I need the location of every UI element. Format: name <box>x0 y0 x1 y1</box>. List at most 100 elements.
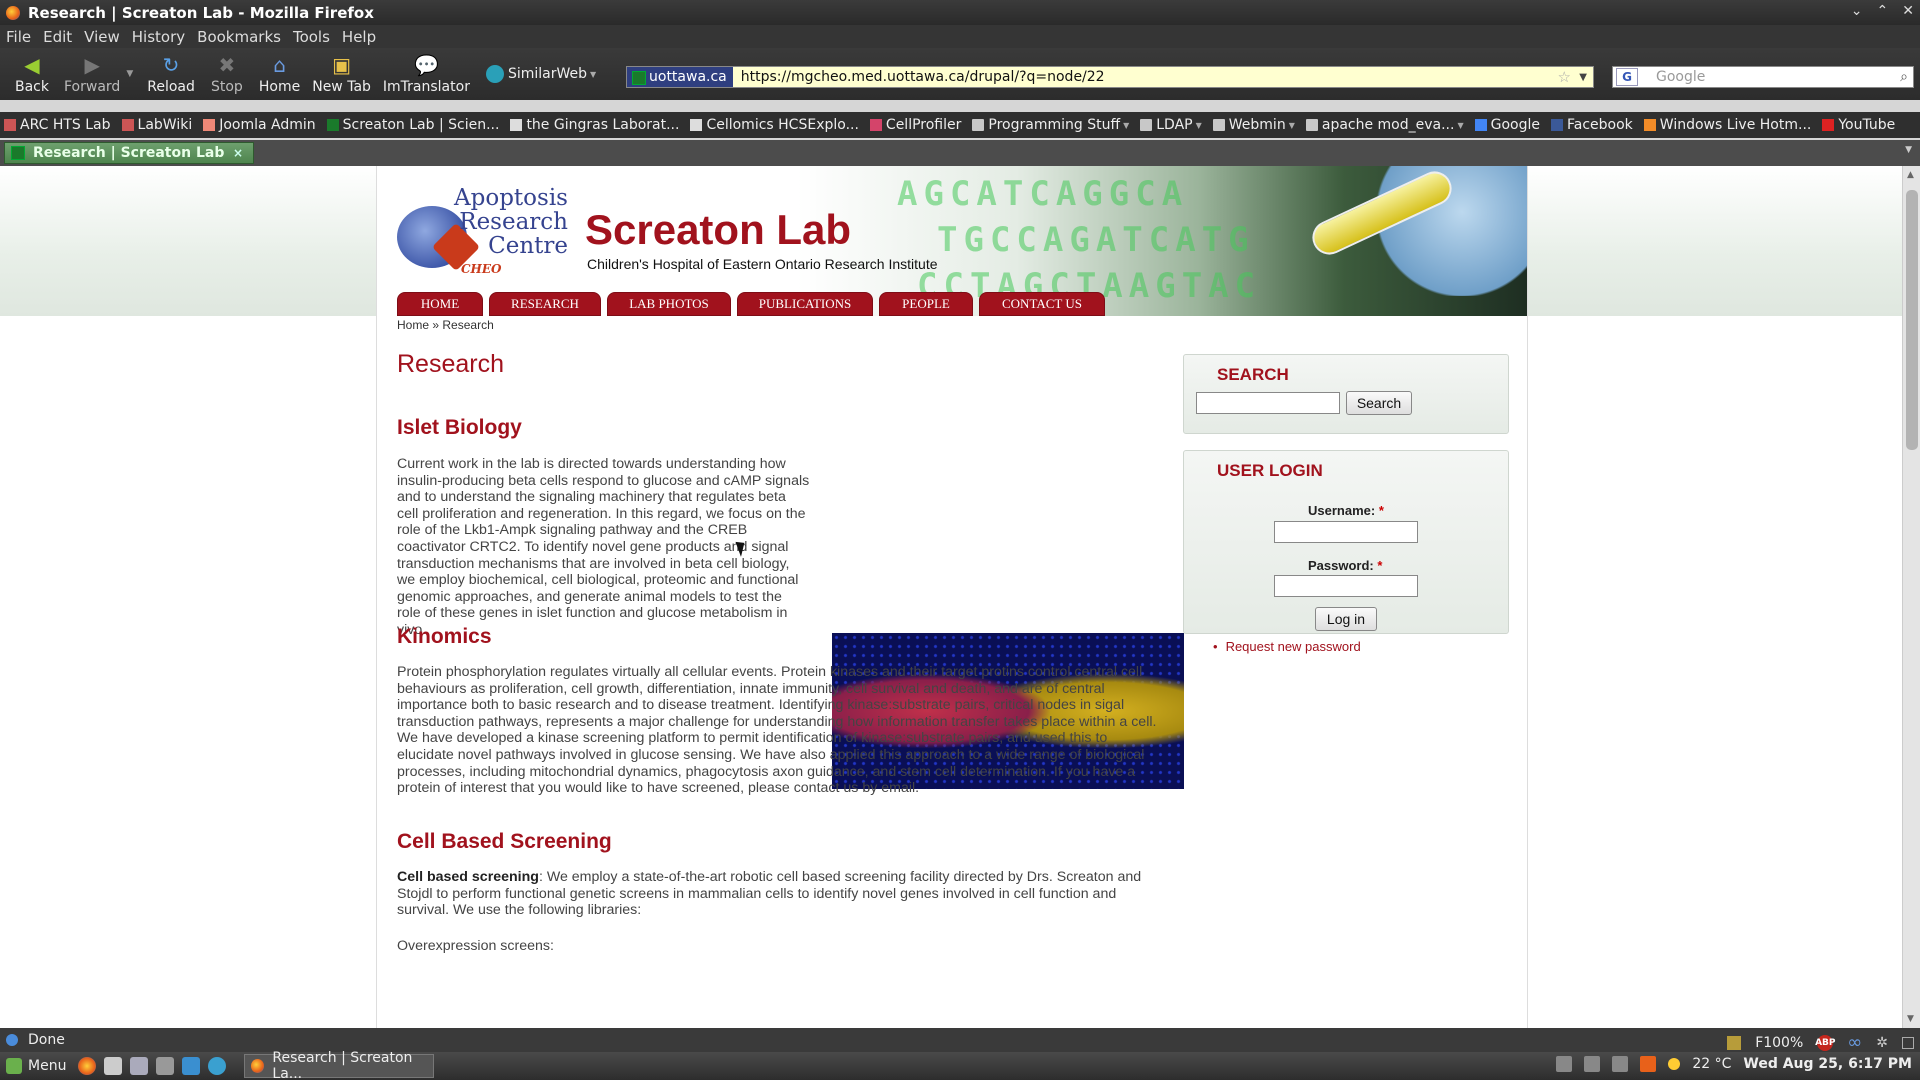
resize-grip-icon[interactable] <box>1902 1036 1914 1049</box>
bookmark-item[interactable]: Google <box>1471 117 1547 133</box>
bookmark-star-icon[interactable]: ☆ <box>1558 68 1571 86</box>
window-controls: ⌄ ⌃ ✕ <box>1851 3 1914 19</box>
zoom-level[interactable]: F100% <box>1755 1035 1803 1051</box>
imtranslator-button[interactable]: 💬 ImTranslator <box>377 54 476 95</box>
menu-edit[interactable]: Edit <box>37 28 78 46</box>
infinity-icon[interactable]: ∞ <box>1847 1032 1862 1053</box>
back-button[interactable]: ◀ Back <box>6 54 58 95</box>
notes-icon[interactable] <box>130 1057 149 1075</box>
bookmark-item[interactable]: Joomla Admin <box>199 117 322 133</box>
firefox-icon <box>251 1059 265 1073</box>
similarweb-icon <box>485 65 504 83</box>
terminal-icon[interactable] <box>156 1057 175 1075</box>
scrollbar-thumb[interactable] <box>1906 190 1918 450</box>
menu-history[interactable]: History <box>126 28 191 46</box>
bookmark-folder[interactable]: LDAP ▼ <box>1136 117 1209 133</box>
nav-contact-us[interactable]: CONTACT US <box>979 292 1105 316</box>
window-title: Research | Screaton Lab - Mozilla Firefo… <box>28 3 374 22</box>
maximize-icon[interactable]: ⌃ <box>1877 3 1889 19</box>
menu-tools[interactable]: Tools <box>287 28 336 46</box>
bookmark-folder[interactable]: Programming Stuff ▼ <box>968 117 1136 133</box>
nav-lab-photos[interactable]: LAB PHOTOS <box>607 292 731 316</box>
lock-icon[interactable] <box>1727 1035 1742 1050</box>
folder-icon <box>972 119 985 131</box>
tab-research[interactable]: Research | Screaton Lab × <box>4 142 254 164</box>
cbs-paragraph: Cell based screening: We employ a state-… <box>397 869 1177 919</box>
forward-button[interactable]: ▶ Forward <box>58 54 126 95</box>
site-identity-badge[interactable]: uottawa.ca <box>627 67 733 87</box>
start-menu-button[interactable]: Menu <box>0 1058 74 1074</box>
menu-view[interactable]: View <box>78 28 126 46</box>
clock[interactable]: Wed Aug 25, 6:17 PM <box>1743 1056 1912 1072</box>
nav-home[interactable]: HOME <box>397 292 483 316</box>
tab-list-icon[interactable]: ▼ <box>1905 145 1912 155</box>
google-engine-icon[interactable]: G <box>1616 68 1638 86</box>
bookmark-item[interactable]: Facebook <box>1547 117 1640 133</box>
text-editor-icon[interactable] <box>104 1057 123 1075</box>
menu-help[interactable]: Help <box>336 28 382 46</box>
request-password-link[interactable]: Request new password <box>1226 639 1361 654</box>
username-input[interactable] <box>1274 521 1418 543</box>
search-icon[interactable]: ⌕ <box>1900 69 1908 85</box>
menu-bookmarks[interactable]: Bookmarks <box>191 28 287 46</box>
nav-research[interactable]: RESEARCH <box>489 292 601 316</box>
chevron-down-icon: ▼ <box>1288 120 1295 130</box>
firefox-tray-icon[interactable] <box>1640 1056 1657 1072</box>
similarweb-button[interactable]: SimilarWeb ▼ <box>485 65 596 83</box>
site-search-button[interactable]: Search <box>1346 391 1412 415</box>
bookmark-item[interactable]: CellProfiler <box>866 117 968 133</box>
vertical-scrollbar[interactable]: ▲ ▼ <box>1902 166 1920 1028</box>
bookmark-folder[interactable]: Webmin ▼ <box>1209 117 1302 133</box>
text-line: Protein phosphorylation regulates virtua… <box>397 664 1143 680</box>
minimize-icon[interactable]: ⌄ <box>1851 3 1863 19</box>
bookmark-item[interactable]: LabWiki <box>118 117 200 133</box>
taskbar-window-firefox[interactable]: Research | Screaton La... <box>244 1050 435 1080</box>
new-tab-button[interactable]: ▣ New Tab <box>306 54 377 95</box>
media-player-icon[interactable] <box>208 1057 227 1075</box>
lightning-icon[interactable] <box>182 1057 201 1075</box>
adblock-icon[interactable]: ABP <box>1815 1034 1835 1051</box>
firefox-launcher-icon[interactable] <box>78 1057 97 1075</box>
url-bar[interactable]: uottawa.ca https://mgcheo.med.uottawa.ca… <box>626 66 1594 88</box>
breadcrumb-home[interactable]: Home <box>397 318 429 332</box>
text-line: insulin-producing beta cells respond to … <box>397 472 810 489</box>
reload-button[interactable]: ↻ Reload <box>141 54 201 95</box>
weather-temp[interactable]: 22 °C <box>1692 1056 1731 1072</box>
lock-tray-icon[interactable] <box>1556 1056 1573 1072</box>
search-bar[interactable]: G Google ⌕ <box>1612 66 1914 88</box>
url-dropdown-icon[interactable]: ▼ <box>1579 72 1587 83</box>
chevron-down-icon: ▼ <box>1457 120 1464 130</box>
menu-file[interactable]: File <box>0 28 37 46</box>
url-text[interactable]: https://mgcheo.med.uottawa.ca/drupal/?q=… <box>741 69 1105 85</box>
new-tab-label: New Tab <box>312 78 371 95</box>
tab-close-icon[interactable]: × <box>233 146 243 160</box>
volume-icon[interactable] <box>1612 1056 1629 1072</box>
password-input[interactable] <box>1274 575 1418 597</box>
history-dropdown-icon[interactable]: ▼ <box>126 69 133 79</box>
home-button[interactable]: ⌂ Home <box>253 54 306 95</box>
scroll-down-icon[interactable]: ▼ <box>1907 1014 1914 1024</box>
bookmark-item[interactable]: ARC HTS Lab <box>0 117 118 133</box>
site-name[interactable]: Screaton Lab <box>585 206 851 254</box>
nav-people[interactable]: PEOPLE <box>879 292 973 316</box>
bookmark-folder[interactable]: apache mod_eva... ▼ <box>1302 117 1471 133</box>
stop-button[interactable]: ✖ Stop <box>201 54 253 95</box>
bookmark-item[interactable]: Windows Live Hotm... <box>1640 117 1819 133</box>
scroll-up-icon[interactable]: ▲ <box>1907 170 1914 180</box>
gear-icon[interactable]: ✲ <box>1876 1035 1888 1051</box>
back-label: Back <box>15 78 49 95</box>
site-search-input[interactable] <box>1196 392 1340 414</box>
dna-sequence-text: AGCATCAGGCA <box>897 174 1189 214</box>
bookmark-item[interactable]: the Gingras Laborat... <box>506 117 686 133</box>
password-label: Password: * <box>1308 558 1382 573</box>
page-icon <box>510 119 523 131</box>
text-line: We have developed a kinase screening pla… <box>397 730 1108 747</box>
bookmark-item[interactable]: YouTube <box>1818 117 1902 133</box>
login-button[interactable]: Log in <box>1315 607 1377 631</box>
close-icon[interactable]: ✕ <box>1902 3 1914 19</box>
bookmark-item[interactable]: Cellomics HCSExplo... <box>686 117 865 133</box>
network-icon[interactable] <box>1584 1056 1601 1072</box>
nav-publications[interactable]: PUBLICATIONS <box>737 292 873 316</box>
arc-logo[interactable]: Apoptosis Research Centre CHEO <box>397 186 568 276</box>
bookmark-item[interactable]: Screaton Lab | Scien... <box>323 117 507 133</box>
